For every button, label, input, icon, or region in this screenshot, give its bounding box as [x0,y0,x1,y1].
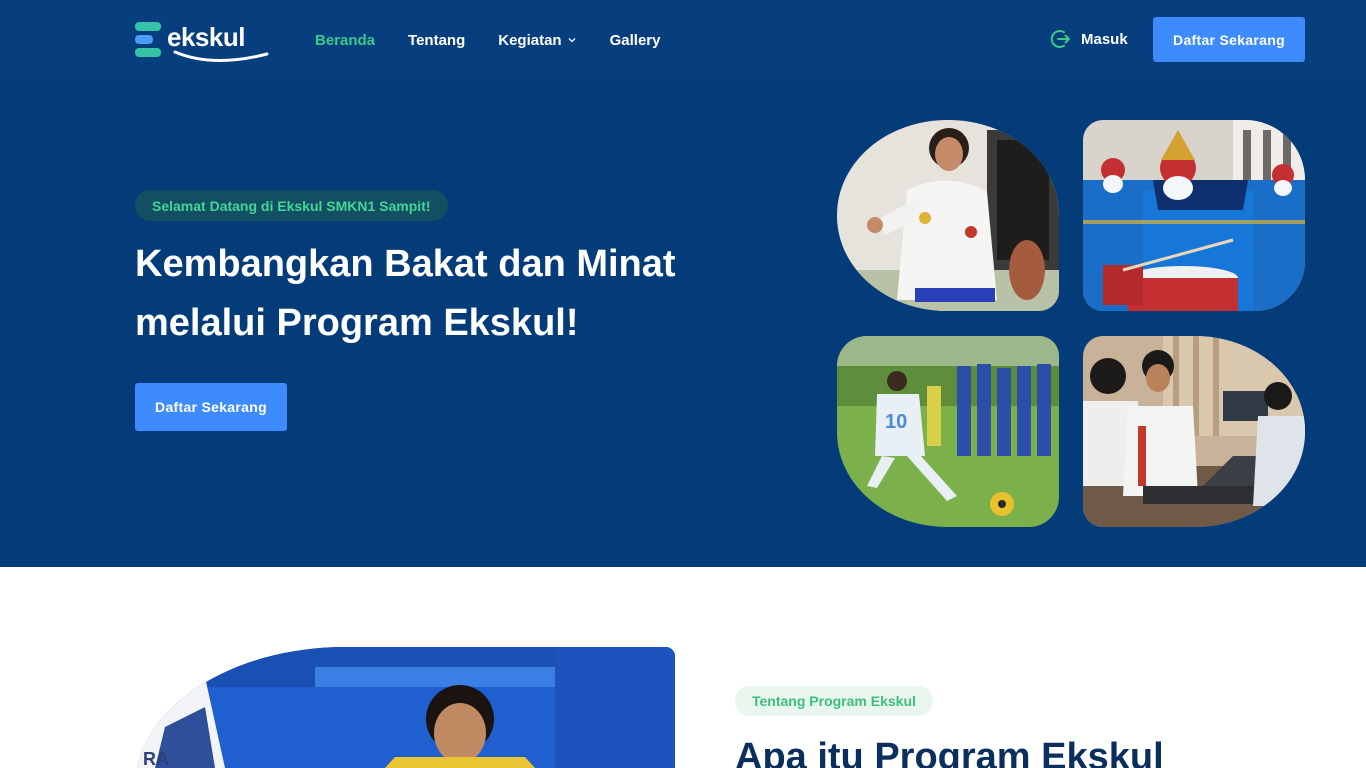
football-photo: 10 [837,336,1059,527]
svg-text:10: 10 [885,411,907,433]
hero-title: Kembangkan Bakat dan Minat melalui Progr… [135,235,755,353]
about-basketball-photo: RA [135,647,675,768]
nav-link-beranda[interactable]: Beranda [315,32,375,49]
nav-link-kegiatan[interactable]: Kegiatan [498,32,576,49]
hero-section: Selamat Datang di Ekskul SMKN1 Sampit! K… [0,80,1366,567]
brand-logo[interactable]: ekskul [135,16,269,64]
register-button[interactable]: Daftar Sekarang [1153,17,1305,62]
computer-club-photo [1083,336,1305,527]
nav-link-gallery[interactable]: Gallery [610,32,661,49]
login-icon [1050,30,1070,48]
login-link[interactable]: Masuk [1050,28,1128,50]
about-badge: Tentang Program Ekskul [735,686,933,716]
nav-link-kegiatan-label: Kegiatan [498,31,562,49]
about-title: Apa itu Program Ekskul [735,736,1164,768]
logo-mark-icon [135,21,165,59]
hero-register-button[interactable]: Daftar Sekarang [135,383,287,431]
welcome-badge: Selamat Datang di Ekskul SMKN1 Sampit! [135,190,448,221]
hero-title-line-2: melalui Program Ekskul! [135,302,579,344]
navbar: ekskul Beranda Tentang Kegiatan Gallery … [0,0,1366,80]
svg-text:RA: RA [143,749,169,768]
marching-band-photo [1083,120,1305,311]
main-nav: Beranda Tentang Kegiatan Gallery [315,0,693,80]
nav-link-tentang[interactable]: Tentang [408,32,465,49]
chevron-down-icon [568,38,576,43]
logo-swoosh-icon [173,50,269,62]
brand-name: ekskul [167,21,245,52]
karate-photo [837,120,1059,311]
hero-title-line-1: Kembangkan Bakat dan Minat [135,243,676,285]
login-label: Masuk [1081,30,1128,48]
